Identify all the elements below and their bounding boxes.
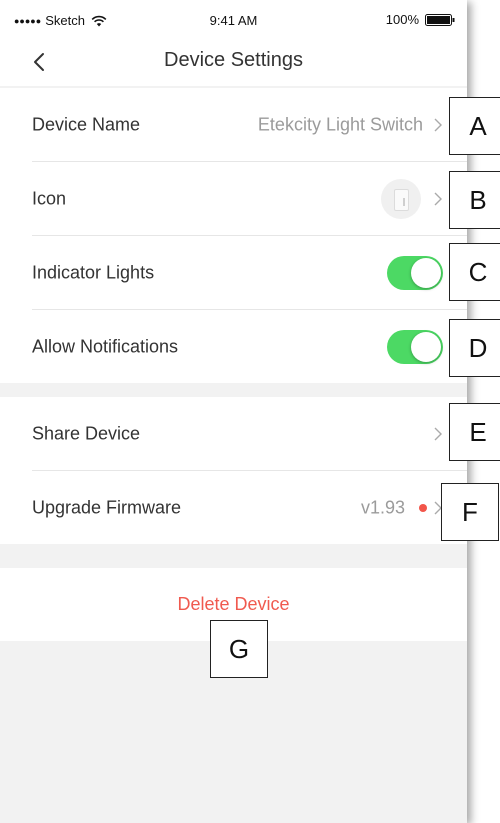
row-upgrade-firmware[interactable]: Upgrade Firmware v1.93: [32, 471, 467, 544]
delete-device-button[interactable]: Delete Device: [0, 594, 467, 615]
chevron-right-icon: [434, 192, 442, 205]
page-title: Device Settings: [164, 49, 303, 71]
row-label: Icon: [32, 188, 67, 208]
annotation-tag-g: G: [210, 620, 268, 678]
row-label: Share Device: [32, 423, 141, 443]
settings-group-manage: Share Device Upgrade Firmware v1.93: [0, 397, 467, 544]
row-label: Device Name: [32, 114, 141, 134]
row-share-device[interactable]: Share Device: [32, 397, 467, 471]
row-label: Allow Notifications: [32, 336, 179, 356]
nav-bar: Device Settings: [0, 38, 467, 86]
row-device-name[interactable]: Device Name Etekcity Light Switch: [32, 88, 467, 162]
row-icon[interactable]: Icon: [32, 162, 467, 236]
battery-icon: [425, 13, 455, 26]
update-badge: [419, 503, 427, 512]
annotation-tag-d: D: [449, 319, 500, 377]
battery-percent: 100%: [385, 12, 419, 27]
row-label: Upgrade Firmware: [32, 497, 182, 517]
allow-notifications-toggle[interactable]: [387, 329, 443, 364]
annotation-tag-b: B: [449, 171, 500, 229]
chevron-right-icon: [434, 427, 442, 440]
annotation-tag-f: F: [441, 483, 499, 541]
status-bar: ●●●●● Sketch 9:41 AM 100%: [0, 0, 467, 38]
light-switch-icon: [381, 178, 421, 219]
annotation-tag-a: A: [449, 97, 500, 155]
device-name-value: Etekcity Light Switch: [257, 114, 423, 134]
settings-group-device: Device Name Etekcity Light Switch Icon I…: [0, 88, 467, 383]
row-allow-notifications: Allow Notifications: [32, 310, 467, 383]
firmware-version: v1.93: [360, 497, 405, 517]
row-label: Indicator Lights: [32, 262, 155, 282]
phone-screen: ●●●●● Sketch 9:41 AM 100% Device Setting…: [0, 0, 467, 823]
annotation-tag-e: E: [449, 403, 500, 461]
battery-info: 100%: [386, 12, 455, 27]
row-indicator-lights: Indicator Lights: [32, 236, 467, 310]
chevron-right-icon: [434, 118, 442, 131]
annotation-tag-c: C: [449, 243, 500, 301]
indicator-lights-toggle[interactable]: [387, 255, 443, 290]
